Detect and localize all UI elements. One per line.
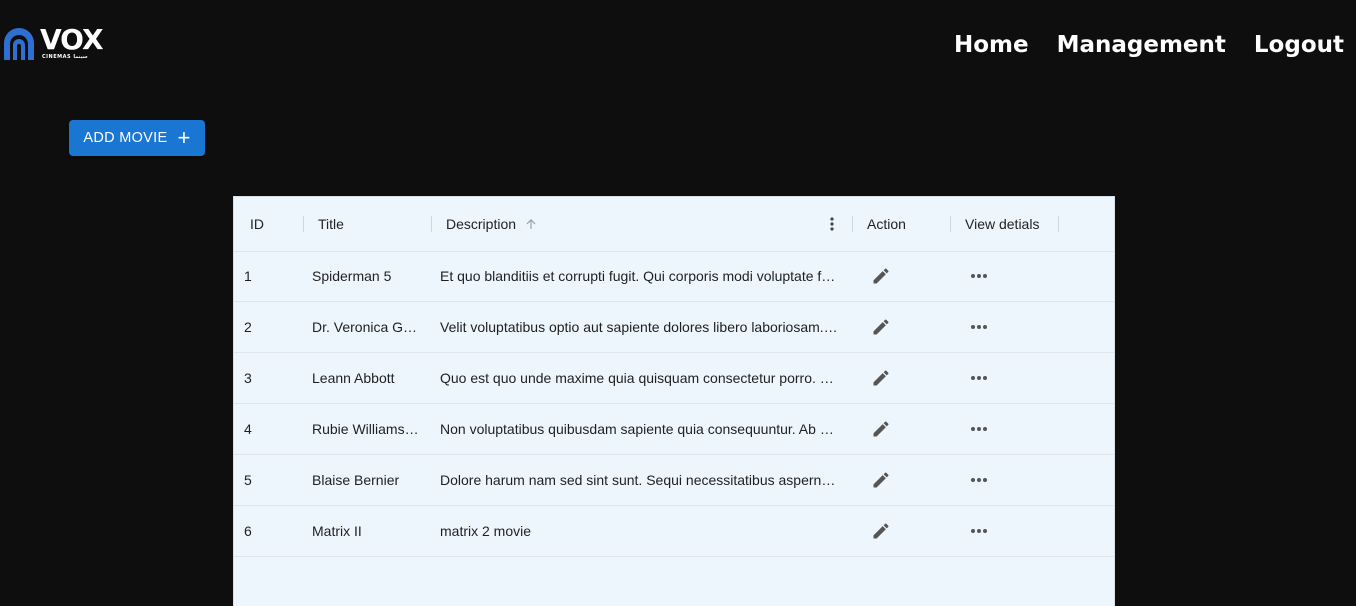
column-header-title[interactable]: Title [318, 197, 344, 251]
cell-title: Matrix II [312, 523, 362, 539]
movies-data-grid: ID Title Description Action View detials… [233, 196, 1115, 606]
top-navbar: VOX CINEMAS سينما Home Management Logout [0, 0, 1356, 90]
column-header-id[interactable]: ID [250, 197, 264, 251]
pencil-edit-icon[interactable] [869, 468, 893, 492]
logo-subtitle: CINEMAS سينما [42, 54, 88, 60]
column-header-action[interactable]: Action [867, 197, 906, 251]
logo-wordmark: VOX [40, 23, 104, 56]
arrow-up-icon[interactable] [524, 217, 538, 231]
column-separator[interactable] [303, 216, 304, 232]
more-horizontal-icon[interactable] [967, 315, 991, 339]
nav-management-link[interactable]: Management [1057, 30, 1226, 60]
column-header-view-details-label: View detials [965, 216, 1040, 232]
table-row[interactable]: 4 Rubie Williams… Non voluptatibus quibusd… [234, 404, 1114, 455]
add-movie-button[interactable]: ADD MOVIE + [69, 120, 205, 156]
grid-header: ID Title Description Action View detials [234, 197, 1114, 252]
cell-id: 2 [244, 319, 252, 335]
pencil-edit-icon[interactable] [869, 417, 893, 441]
pencil-edit-icon[interactable] [869, 315, 893, 339]
cell-title: Dr. Veronica G… [312, 319, 418, 335]
column-separator[interactable] [431, 216, 432, 232]
nav-home-link[interactable]: Home [954, 30, 1029, 60]
column-separator[interactable] [950, 216, 951, 232]
cell-title: Rubie Williams… [312, 421, 419, 437]
pencil-edit-icon[interactable] [869, 264, 893, 288]
plus-icon: + [177, 125, 191, 150]
more-horizontal-icon[interactable] [967, 417, 991, 441]
table-row[interactable]: 5 Blaise Bernier Dolore harum nam sed sint… [234, 455, 1114, 506]
add-movie-label: ADD MOVIE [83, 130, 168, 146]
cell-title: Leann Abbott [312, 370, 395, 386]
cell-description: matrix 2 movie [440, 523, 532, 539]
cell-id: 5 [244, 472, 252, 488]
column-header-description[interactable]: Description [446, 197, 538, 251]
column-separator[interactable] [852, 216, 853, 232]
table-row[interactable]: 6 Matrix II matrix 2 movie [234, 506, 1114, 557]
more-horizontal-icon[interactable] [967, 264, 991, 288]
cell-description: Non voluptatibus quibusdam sapiente quia… [440, 421, 834, 437]
cell-id: 6 [244, 523, 252, 539]
pencil-edit-icon[interactable] [869, 519, 893, 543]
cell-description: Velit voluptatibus optio aut sapiente do… [440, 319, 838, 335]
table-row[interactable]: 3 Leann Abbott Quo est quo unde maxime qui… [234, 353, 1114, 404]
pencil-edit-icon[interactable] [869, 366, 893, 390]
nav-logout-link[interactable]: Logout [1254, 30, 1344, 60]
cell-description: Quo est quo unde maxime quia quisquam co… [440, 370, 834, 386]
more-horizontal-icon[interactable] [967, 519, 991, 543]
cell-title: Spiderman 5 [312, 268, 392, 284]
cell-title: Blaise Bernier [312, 472, 400, 488]
vox-logo[interactable]: VOX CINEMAS سينما [2, 23, 104, 60]
cell-description: Et quo blanditiis et corrupti fugit. Qui… [440, 268, 836, 284]
column-header-id-label: ID [250, 216, 264, 232]
vox-arch-icon [4, 28, 34, 60]
table-row[interactable]: 1 Spiderman 5 Et quo blanditiis et corrupt… [234, 251, 1114, 302]
table-row[interactable]: 2 Dr. Veronica G… Velit voluptatibus optio… [234, 302, 1114, 353]
column-separator[interactable] [1058, 216, 1059, 232]
column-header-action-label: Action [867, 216, 906, 232]
cell-description: Dolore harum nam sed sint sunt. Sequi ne… [440, 472, 836, 488]
more-horizontal-icon[interactable] [967, 366, 991, 390]
cell-id: 1 [244, 268, 252, 284]
column-header-description-label: Description [446, 216, 517, 232]
column-header-view-details[interactable]: View detials [965, 197, 1039, 251]
column-menu-icon[interactable] [830, 216, 834, 232]
cell-id: 3 [244, 370, 252, 386]
cell-id: 4 [244, 421, 252, 437]
column-header-title-label: Title [318, 216, 344, 232]
main-nav: Home Management Logout [954, 30, 1344, 60]
more-horizontal-icon[interactable] [967, 468, 991, 492]
